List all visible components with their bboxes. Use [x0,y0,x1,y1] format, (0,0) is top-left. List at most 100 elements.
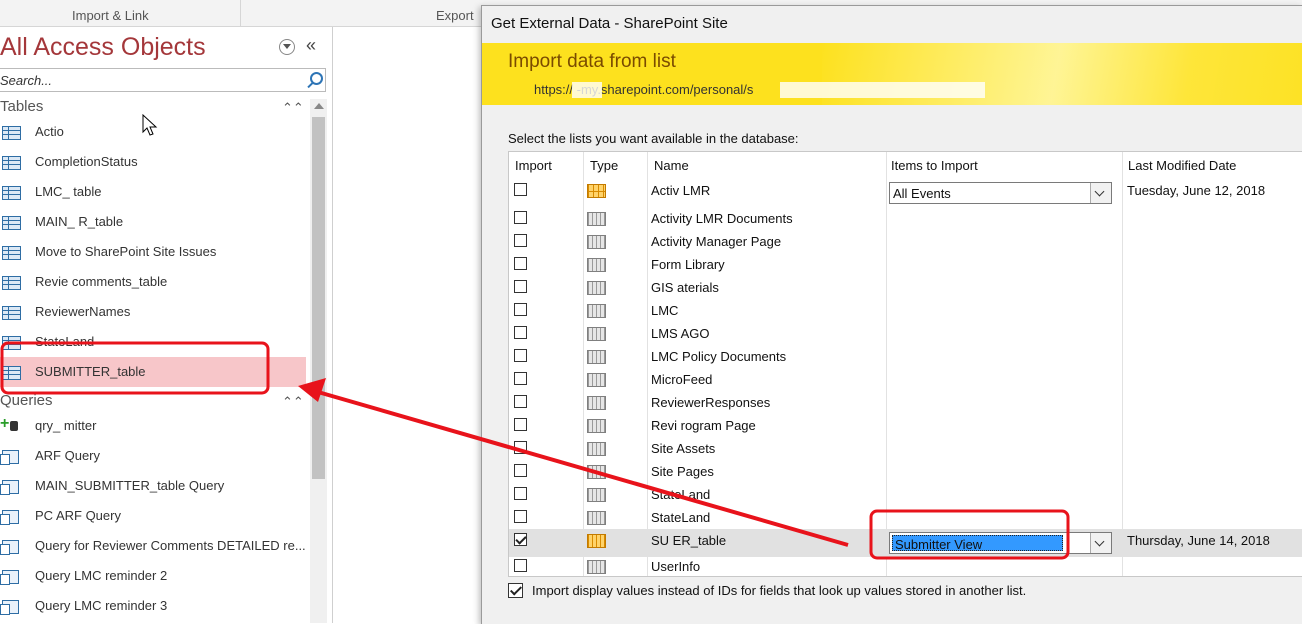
import-checkbox[interactable] [514,395,527,408]
list-icon [587,327,606,341]
nav-query-item[interactable]: PC ARF Query [0,501,306,531]
items-to-import-dropdown[interactable]: Submitter View [889,532,1112,554]
nav-query-item[interactable]: Query for Reviewer Comments DETAILED re.… [0,531,306,561]
nav-table-item[interactable]: StateLand [0,327,306,357]
nav-query-item[interactable]: ARF Query [0,441,306,471]
list-row[interactable]: LMC [509,299,1302,322]
column-header-type[interactable]: Type [590,158,618,173]
list-name: Activity LMR Documents [651,211,793,226]
collapse-group-icon[interactable]: ⌃⌃ [282,394,304,410]
search-input[interactable]: Search... [0,73,52,88]
list-icon [587,488,606,502]
import-checkbox[interactable] [514,510,527,523]
import-checkbox[interactable] [514,487,527,500]
navigation-pane: All Access Objects « Search... Tables ⌃⌃… [0,27,333,623]
import-checkbox[interactable] [514,183,527,196]
nav-item-label: PC ARF Query [35,508,121,523]
import-checkbox[interactable] [514,372,527,385]
nav-pane-title[interactable]: All Access Objects [0,33,206,62]
chevron-down-icon[interactable] [1090,533,1111,553]
import-checkbox[interactable] [514,280,527,293]
list-row[interactable]: Activity Manager Page [509,230,1302,253]
nav-item-label: Query LMC reminder 3 [35,598,168,613]
list-row[interactable]: Site Assets [509,437,1302,460]
get-external-data-dialog: Get External Data - SharePoint Site Impo… [481,5,1302,624]
search-icon[interactable] [310,72,323,85]
list-row[interactable]: StateLand [509,506,1302,529]
import-checkbox[interactable] [514,234,527,247]
display-values-label[interactable]: Import display values instead of IDs for… [532,583,1026,598]
nav-table-item[interactable]: CompletionStatus [0,147,306,177]
list-row[interactable]: Form Library [509,253,1302,276]
group-header-queries[interactable]: Queries [0,392,53,409]
list-row[interactable]: GIS aterials [509,276,1302,299]
list-name: LMS AGO [651,326,710,341]
nav-query-item[interactable]: MAIN_SUBMITTER_table Query [0,471,306,501]
nav-table-item[interactable]: MAIN_ R_table [0,207,306,237]
list-icon [587,235,606,249]
list-icon [587,560,606,574]
list-row[interactable]: SU ER_table Submitter View Thursday, June … [509,529,1302,557]
import-checkbox[interactable] [514,559,527,572]
table-icon [2,156,21,170]
scroll-thumb[interactable] [312,117,325,479]
nav-item-label: LMC_ table [35,184,102,199]
sharepoint-lists-table: Import Type Name Items to Import Last Mo… [508,151,1302,577]
list-row[interactable]: UserInfo [509,555,1302,576]
nav-table-item[interactable]: Move to SharePoint Site Issues [0,237,306,267]
query-icon [0,570,19,585]
import-checkbox[interactable] [514,211,527,224]
nav-query-item[interactable]: qry_ mitter [0,411,306,441]
nav-menu-icon[interactable] [279,39,295,55]
list-name: StateLand [651,510,711,525]
list-icon [587,373,606,387]
instruction-text: Select the lists you want available in t… [508,131,799,146]
import-checkbox[interactable] [514,464,527,477]
column-header-items[interactable]: Items to Import [891,158,978,173]
group-header-tables[interactable]: Tables [0,98,43,115]
collapse-pane-icon[interactable]: « [306,35,316,56]
import-checkbox[interactable] [514,418,527,431]
nav-query-item[interactable]: Query LMC reminder 3 [0,591,306,621]
import-checkbox[interactable] [514,326,527,339]
import-checkbox[interactable] [514,349,527,362]
list-row[interactable]: LMC Policy Documents [509,345,1302,368]
column-header-import[interactable]: Import [515,158,552,173]
list-row[interactable]: Revi rogram Page [509,414,1302,437]
nav-table-item[interactable]: LMC_ table [0,177,306,207]
chevron-down-icon[interactable] [1090,183,1111,203]
table-icon [2,276,21,290]
list-row[interactable]: ReviewerResponses [509,391,1302,414]
column-header-date[interactable]: Last Modified Date [1128,158,1236,173]
nav-item-label: MAIN_ R_table [35,214,124,229]
nav-scrollbar[interactable] [310,99,327,623]
list-row[interactable]: MicroFeed [509,368,1302,391]
collapse-group-icon[interactable]: ⌃⌃ [282,100,304,116]
import-checkbox[interactable] [514,533,527,546]
import-checkbox[interactable] [514,257,527,270]
list-row[interactable]: LMS AGO [509,322,1302,345]
import-checkbox[interactable] [514,441,527,454]
list-row[interactable]: StateLand [509,483,1302,506]
scroll-up-icon[interactable] [314,103,324,109]
display-values-checkbox[interactable] [508,583,523,598]
nav-table-item[interactable]: SUBMITTER_table [0,357,306,387]
search-box[interactable]: Search... [0,68,326,92]
list-row[interactable]: Site Pages [509,460,1302,483]
import-checkbox[interactable] [514,303,527,316]
list-icon [587,419,606,433]
mouse-cursor-icon [142,114,158,136]
dropdown-value: Submitter View [892,535,1063,552]
list-name: LMC Policy Documents [651,349,787,364]
column-header-name[interactable]: Name [654,158,689,173]
nav-table-item[interactable]: Revie comments_table [0,267,306,297]
list-name: Activity Manager Page [651,234,782,249]
list-row[interactable]: Activ LMR All Events Tuesday, June 12, 201… [509,179,1302,207]
nav-query-item[interactable]: Query LMC reminder 2 [0,561,306,591]
list-name: ReviewerResponses [651,395,771,410]
gold-list-icon [587,534,606,548]
list-name: SU ER_table [651,533,727,548]
items-to-import-dropdown[interactable]: All Events [889,182,1112,204]
nav-table-item[interactable]: ReviewerNames [0,297,306,327]
list-row[interactable]: Activity LMR Documents [509,207,1302,230]
